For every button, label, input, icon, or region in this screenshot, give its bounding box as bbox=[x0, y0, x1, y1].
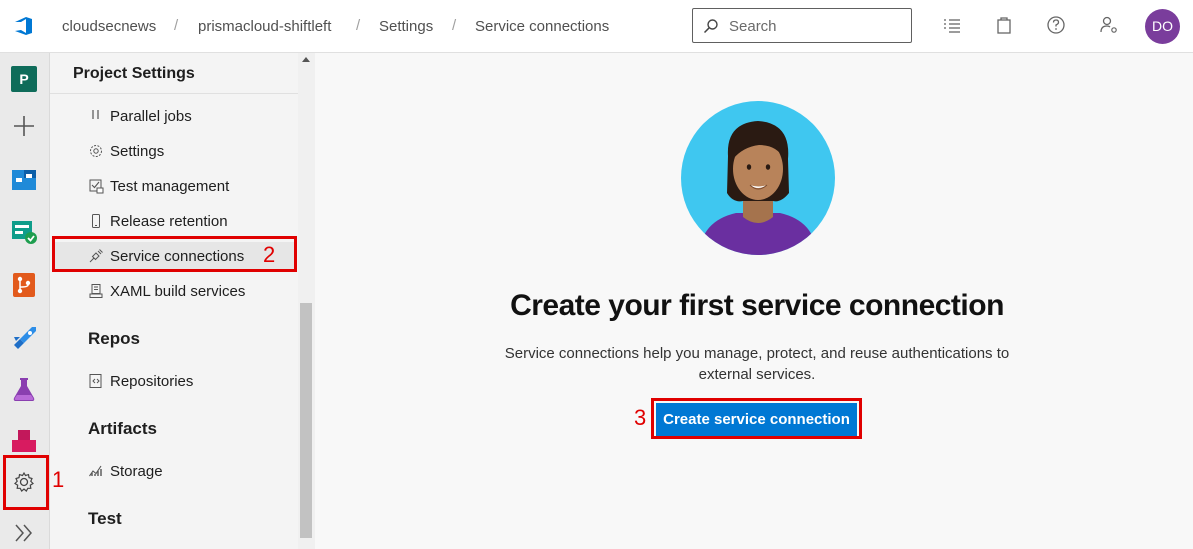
project-settings-panel: Project Settings Parallel jobs Settings … bbox=[50, 53, 315, 549]
nav-item-label: Settings bbox=[110, 142, 165, 160]
boards-icon[interactable] bbox=[10, 166, 38, 194]
avatar[interactable]: DO bbox=[1145, 9, 1180, 44]
top-bar: cloudsecnews / prismacloud-shiftleft / S… bbox=[0, 0, 1193, 53]
nav-item-label: XAML build services bbox=[110, 282, 246, 300]
parallel-icon bbox=[92, 110, 99, 119]
annotation-number-1: 1 bbox=[52, 467, 65, 492]
nav-item-label: Storage bbox=[110, 462, 163, 480]
pipelines-check-icon[interactable] bbox=[10, 218, 38, 246]
pipelines-icon[interactable] bbox=[10, 323, 38, 351]
nav-item-label: Release retention bbox=[110, 212, 228, 230]
checklist-icon[interactable] bbox=[942, 15, 962, 35]
repos-icon[interactable] bbox=[10, 271, 38, 299]
divider bbox=[50, 93, 298, 94]
breadcrumb-organization[interactable]: cloudsecnews bbox=[62, 18, 156, 35]
breadcrumb-separator: / bbox=[452, 17, 457, 34]
group-heading-repos: Repos bbox=[88, 329, 140, 348]
search-placeholder: Search bbox=[729, 18, 777, 35]
nav-item-test-management[interactable]: Test management bbox=[88, 174, 229, 198]
nav-item-storage[interactable]: Storage bbox=[88, 459, 163, 483]
annotation-box-1 bbox=[3, 455, 49, 510]
nav-item-repositories[interactable]: Repositories bbox=[88, 369, 193, 393]
phone-icon bbox=[92, 214, 100, 228]
empty-state-description: Service connections help you manage, pro… bbox=[504, 345, 1010, 383]
shopping-bag-icon[interactable] bbox=[994, 15, 1014, 35]
group-heading-artifacts: Artifacts bbox=[88, 419, 157, 438]
breadcrumb-project[interactable]: prismacloud-shiftleft bbox=[198, 18, 331, 35]
nav-item-parallel-jobs[interactable]: Parallel jobs bbox=[88, 104, 192, 128]
expand-icon[interactable] bbox=[10, 519, 38, 547]
breadcrumb-settings[interactable]: Settings bbox=[379, 18, 433, 35]
nav-item-label: Repositories bbox=[110, 372, 194, 390]
nav-item-xaml-build-services[interactable]: XAML build services bbox=[88, 279, 245, 303]
storage-icon bbox=[89, 465, 102, 477]
empty-state-title: Create your first service connection bbox=[510, 289, 1004, 322]
test-plans-icon[interactable] bbox=[10, 375, 38, 403]
search-icon bbox=[703, 19, 718, 34]
annotation-number-2: 2 bbox=[263, 242, 276, 267]
help-icon[interactable] bbox=[1046, 15, 1066, 35]
project-badge[interactable]: P bbox=[11, 66, 37, 92]
scroll-up-arrow[interactable] bbox=[302, 57, 310, 62]
breadcrumb-separator: / bbox=[174, 17, 179, 34]
group-heading-test: Test bbox=[88, 509, 122, 528]
nav-item-settings[interactable]: Settings bbox=[88, 139, 164, 163]
panel-title: Project Settings bbox=[73, 65, 195, 82]
add-icon[interactable] bbox=[10, 112, 38, 140]
annotation-number-3: 3 bbox=[634, 405, 647, 430]
nav-item-label: Test management bbox=[110, 177, 230, 195]
nav-item-label: Parallel jobs bbox=[110, 107, 192, 125]
scroll-thumb[interactable] bbox=[300, 303, 312, 538]
user-settings-icon[interactable] bbox=[1099, 15, 1119, 35]
person-illustration bbox=[681, 101, 835, 255]
breadcrumb-separator: / bbox=[356, 17, 361, 34]
main-content: Create your first service connection Ser… bbox=[315, 53, 1193, 549]
azure-devops-logo[interactable] bbox=[12, 14, 36, 38]
annotation-box-2 bbox=[52, 236, 297, 272]
panel-scrollbar[interactable] bbox=[298, 53, 315, 549]
build-icon bbox=[89, 284, 103, 298]
search-input[interactable]: Search bbox=[692, 8, 912, 43]
nav-item-release-retention[interactable]: Release retention bbox=[88, 209, 228, 233]
breadcrumb-service-connections[interactable]: Service connections bbox=[475, 18, 609, 35]
artifacts-icon[interactable] bbox=[10, 426, 38, 454]
repository-icon bbox=[89, 374, 102, 388]
annotation-box-3 bbox=[651, 398, 862, 439]
test-management-icon bbox=[89, 179, 104, 194]
gear-icon bbox=[90, 145, 102, 157]
